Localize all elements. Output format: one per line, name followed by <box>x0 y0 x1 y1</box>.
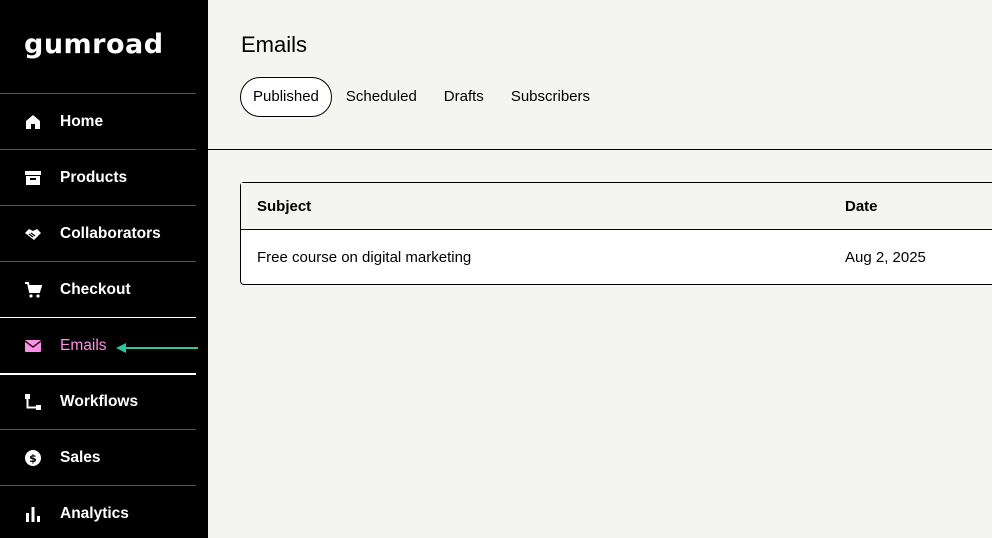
sidebar-item-label: Sales <box>60 448 101 466</box>
sidebar-item-products[interactable]: Products <box>0 149 196 205</box>
sidebar-item-label: Analytics <box>60 504 129 522</box>
page-title: Emails <box>241 32 308 57</box>
sidebar-item-checkout[interactable]: Checkout <box>0 261 196 317</box>
email-tabs: Published Scheduled Drafts Subscribers <box>240 77 604 117</box>
table-row[interactable]: Free course on digital marketing Aug 2, … <box>241 230 992 284</box>
tab-subscribers[interactable]: Subscribers <box>498 77 603 117</box>
email-subject: Free course on digital marketing <box>257 248 472 266</box>
sidebar-nav: Home Products Collaborators Checkout Ema… <box>0 93 196 538</box>
page-header: Emails Published Scheduled Drafts Subscr… <box>208 0 992 150</box>
handshake-icon <box>24 225 42 243</box>
sidebar-item-emails[interactable]: Emails <box>0 317 196 375</box>
sidebar-item-workflows[interactable]: Workflows <box>0 373 196 429</box>
workflow-icon <box>24 393 42 411</box>
logo-text: gumroad <box>24 29 164 60</box>
gumroad-logo[interactable]: gumroad <box>24 30 174 60</box>
sidebar-item-sales[interactable]: $ Sales <box>0 429 196 485</box>
tab-published[interactable]: Published <box>240 77 332 117</box>
sidebar-item-collaborators[interactable]: Collaborators <box>0 205 196 261</box>
column-header-subject[interactable]: Subject <box>241 198 845 215</box>
column-header-date[interactable]: Date <box>845 198 878 215</box>
sidebar-item-label: Workflows <box>60 393 139 410</box>
sidebar-item-label: Home <box>60 112 104 130</box>
svg-text:$: $ <box>29 452 37 465</box>
table-header: Subject Date <box>241 183 992 230</box>
envelope-icon <box>24 337 42 355</box>
sidebar-item-label: Products <box>60 168 128 186</box>
emails-table: Subject Date Free course on digital mark… <box>240 182 992 285</box>
tab-scheduled[interactable]: Scheduled <box>333 77 430 117</box>
home-icon <box>24 113 42 131</box>
sidebar-item-label: Checkout <box>60 280 131 298</box>
cart-icon <box>24 281 42 299</box>
archive-box-icon <box>24 169 42 187</box>
sidebar-item-label: Emails <box>60 337 107 354</box>
bar-chart-icon <box>24 505 42 523</box>
main-content: Emails Published Scheduled Drafts Subscr… <box>208 0 992 538</box>
email-date: Aug 2, 2025 <box>845 248 926 266</box>
sidebar-item-label: Collaborators <box>60 224 161 242</box>
sidebar: gumroad Home Products Collaborators Chec… <box>0 0 208 538</box>
dollar-circle-icon: $ <box>24 449 42 467</box>
tab-drafts[interactable]: Drafts <box>431 77 497 117</box>
sidebar-item-home[interactable]: Home <box>0 93 196 149</box>
sidebar-item-analytics[interactable]: Analytics <box>0 485 196 538</box>
